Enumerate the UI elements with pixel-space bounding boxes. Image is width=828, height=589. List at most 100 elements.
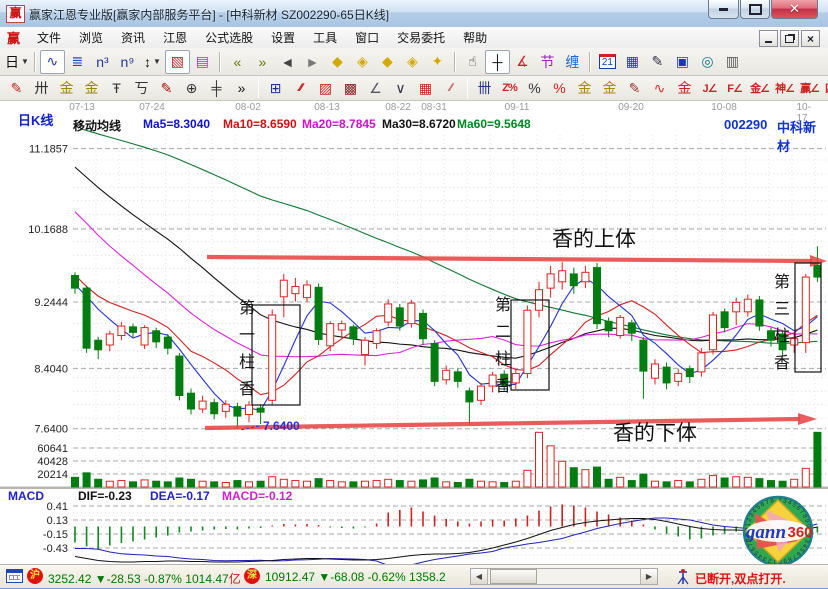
kline-chart[interactable]: 11.185710.16889.24448.40407.640060641404…: [0, 101, 828, 564]
candle-body: [408, 303, 415, 324]
gold-segment-2-tool[interactable]: 金: [79, 76, 104, 100]
scale-dropdown[interactable]: ↕▼: [140, 50, 165, 74]
zigzag-tool[interactable]: ∨: [388, 76, 413, 100]
gann-ruler-tool[interactable]: 卅: [29, 76, 54, 100]
hatch-lines-tool[interactable]: ∕∕: [438, 76, 463, 100]
si-angle-tool[interactable]: 四∠: [822, 76, 828, 100]
color-histogram-tool[interactable]: ▤: [190, 50, 215, 74]
jie-tool[interactable]: 节: [535, 50, 560, 74]
minimize-button[interactable]: [708, 0, 739, 19]
chart-pane[interactable]: 11.185710.16889.24448.40407.640060641404…: [0, 101, 828, 564]
dropdown-arrow-icon: ▼: [153, 57, 161, 66]
circle-grid-tool[interactable]: ⊕: [179, 76, 204, 100]
kline-pattern-tool[interactable]: ▧: [165, 50, 190, 74]
period-kline-dropdown[interactable]: 日▼: [4, 50, 30, 74]
chart-scrollbar[interactable]: ◀ ▶: [470, 568, 658, 585]
volume-bar: [141, 480, 148, 487]
wave-count-9-tool[interactable]: n⁹: [115, 50, 140, 74]
info-panel-tool[interactable]: ≣: [65, 50, 90, 74]
shenzhen-index-text: 10912.47 ▼-68.08 -0.62% 1358.2: [265, 570, 446, 584]
price-axis-label: 10.1688: [28, 224, 68, 236]
menu-item-江恩[interactable]: 江恩: [154, 29, 196, 47]
maximize-button[interactable]: [740, 0, 770, 19]
gold-segment-tool[interactable]: 金: [54, 76, 79, 100]
hand-tool[interactable]: ☝: [460, 50, 485, 74]
gann-square-2[interactable]: ◈: [350, 50, 375, 74]
ma-value-label: Ma30=8.6720: [382, 117, 456, 131]
volume-bar: [652, 481, 659, 487]
ying-angle-tool[interactable]: 赢∠: [797, 76, 822, 100]
volume-bar: [315, 479, 322, 487]
mdi-minimize-button[interactable]: [759, 30, 778, 47]
close-button[interactable]: ✕: [771, 0, 818, 19]
menu-item-窗口[interactable]: 窗口: [346, 29, 388, 47]
ma-value-label: Ma60=9.5648: [457, 117, 531, 131]
calendar-icon[interactable]: [6, 569, 23, 583]
f-segment-tool-icon: Ŧ: [112, 80, 121, 96]
chan-tool[interactable]: 缠: [560, 50, 585, 74]
menu-item-帮助[interactable]: 帮助: [454, 29, 496, 47]
menu-item-文件[interactable]: 文件: [28, 29, 70, 47]
fan-grid-tool[interactable]: ▨: [313, 76, 338, 100]
angle-line-tool[interactable]: ∠: [363, 76, 388, 100]
measure-platform-tool[interactable]: 卌: [472, 76, 497, 100]
menu-item-设置[interactable]: 设置: [262, 29, 304, 47]
mdi-restore-button[interactable]: [780, 30, 799, 47]
save-tool[interactable]: ▣: [670, 50, 695, 74]
j-angle-tool[interactable]: J∠: [697, 76, 722, 100]
print-tool[interactable]: ▥: [720, 50, 745, 74]
fan-lines-tool[interactable]: ∕∕∕: [288, 76, 313, 100]
marker-brush-tool[interactable]: ✎: [622, 76, 647, 100]
angle-pen-tool[interactable]: ∡: [510, 50, 535, 74]
menu-item-浏览[interactable]: 浏览: [70, 29, 112, 47]
wave-count-3-tool[interactable]: n³: [90, 50, 115, 74]
calendar-tool[interactable]: 21: [595, 50, 620, 74]
percent-tool[interactable]: %: [522, 76, 547, 100]
calculator-tool[interactable]: ▦: [620, 50, 645, 74]
mdi-close-button[interactable]: ×: [801, 30, 820, 47]
gann-square-1[interactable]: ◆: [325, 50, 350, 74]
scrollbar-thumb[interactable]: [490, 569, 537, 584]
gold-angle-tool[interactable]: 金∠: [747, 76, 772, 100]
prev-bar-button[interactable]: ◄: [275, 50, 300, 74]
last-bar-button[interactable]: »: [250, 50, 275, 74]
price-grid-tool[interactable]: ▦: [413, 76, 438, 100]
more-tools-chevron[interactable]: »: [229, 76, 254, 100]
wave-band-tool[interactable]: ∿: [647, 76, 672, 100]
stock-code: 002290: [724, 117, 767, 132]
web-tool[interactable]: ◎: [695, 50, 720, 74]
gann-square-3[interactable]: ◆: [375, 50, 400, 74]
notepad-tool[interactable]: ✎: [645, 50, 670, 74]
gold-three-tool[interactable]: 金: [597, 76, 622, 100]
shen-angle-tool[interactable]: 神∠: [772, 76, 797, 100]
macd-axis-label: -0.15: [43, 529, 68, 541]
first-bar-button[interactable]: «: [225, 50, 250, 74]
volume-bar: [164, 482, 171, 487]
percent-line-tool[interactable]: %: [547, 76, 572, 100]
trend-wave-tool[interactable]: ∿: [40, 50, 65, 74]
brush-tool[interactable]: ✎: [4, 76, 29, 100]
f-segment-tool[interactable]: Ŧ: [104, 76, 129, 100]
menu-item-资讯[interactable]: 资讯: [112, 29, 154, 47]
gold-circle-tool[interactable]: 金: [572, 76, 597, 100]
gann-box-tool[interactable]: ⊞: [263, 76, 288, 100]
next-bar-button[interactable]: ►: [300, 50, 325, 74]
red-brush-tool[interactable]: ✎: [154, 76, 179, 100]
f-angle-tool[interactable]: F∠: [722, 76, 747, 100]
connection-status[interactable]: 已断开,双点打开.: [695, 570, 786, 587]
square-grid-tool[interactable]: ▩: [338, 76, 363, 100]
gann-square-5[interactable]: ✦: [425, 50, 450, 74]
volume-bar: [675, 481, 682, 487]
hook-tool[interactable]: 丂: [129, 76, 154, 100]
gann-square-4[interactable]: ◈: [400, 50, 425, 74]
menu-item-工具[interactable]: 工具: [304, 29, 346, 47]
percent-z-tool[interactable]: Z%: [497, 76, 522, 100]
menu-item-公式选股[interactable]: 公式选股: [196, 29, 262, 47]
tick-ruler-tool[interactable]: ╪: [204, 76, 229, 100]
wave-count-3-tool-icon: n³: [96, 54, 108, 70]
crosshair-tool[interactable]: ┼: [485, 50, 510, 74]
scroll-right-button[interactable]: ▶: [640, 569, 657, 584]
menu-item-交易委托[interactable]: 交易委托: [388, 29, 454, 47]
gold-red-tool[interactable]: 金: [672, 76, 697, 100]
scroll-left-button[interactable]: ◀: [471, 569, 488, 584]
